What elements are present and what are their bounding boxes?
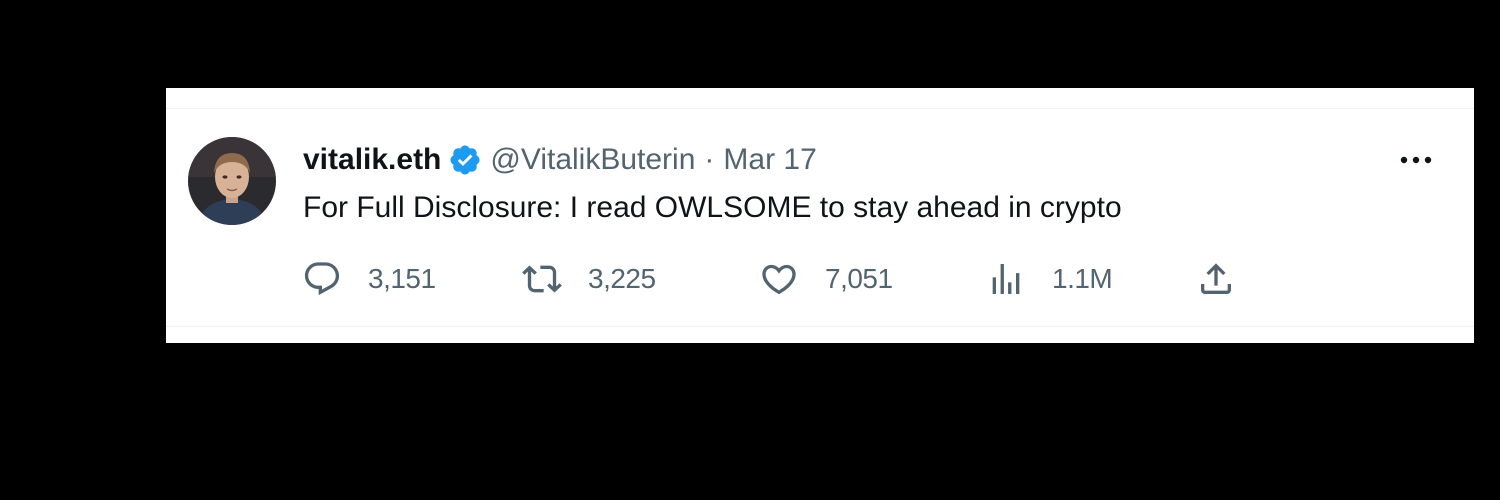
avatar-image	[188, 137, 276, 225]
retweet-count: 3,225	[588, 263, 656, 294]
top-divider	[166, 108, 1474, 109]
like-count: 7,051	[825, 263, 893, 294]
separator-dot: ·	[704, 143, 715, 176]
reply-count: 3,151	[368, 263, 436, 294]
views-chart-icon	[986, 259, 1026, 299]
display-name[interactable]: vitalik.eth	[303, 143, 441, 177]
share-button[interactable]	[1196, 258, 1236, 300]
views-button[interactable]: 1.1M	[986, 258, 1113, 300]
views-count: 1.1M	[1052, 263, 1113, 294]
tweet-card[interactable]: vitalik.eth @VitalikButerin · Mar 17 For…	[166, 88, 1474, 343]
user-handle[interactable]: @VitalikButerin	[490, 143, 695, 177]
more-options-icon	[1400, 156, 1432, 164]
tweet-timestamp[interactable]: Mar 17	[723, 143, 816, 177]
share-icon	[1196, 259, 1236, 299]
bottom-divider	[166, 326, 1474, 327]
retweet-button[interactable]: 3,225	[522, 258, 656, 300]
reply-icon	[302, 259, 342, 299]
like-button[interactable]: 7,051	[759, 258, 893, 300]
verified-badge-icon[interactable]	[448, 143, 482, 177]
tweet-header: vitalik.eth @VitalikButerin · Mar 17	[303, 140, 817, 180]
avatar[interactable]	[188, 137, 276, 225]
tweet-text: For Full Disclosure: I read OWLSOME to s…	[303, 191, 1122, 224]
heart-icon	[759, 259, 799, 299]
reply-button[interactable]: 3,151	[302, 258, 436, 300]
more-options-button[interactable]	[1394, 140, 1438, 180]
retweet-icon	[522, 259, 562, 299]
